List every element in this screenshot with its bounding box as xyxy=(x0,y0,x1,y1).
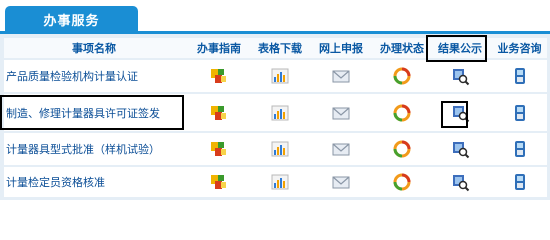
chart-icon xyxy=(271,68,289,84)
chart-icon xyxy=(271,174,289,190)
col-header-download: 表格下载 xyxy=(258,42,302,55)
result-icon xyxy=(453,175,470,192)
result-button[interactable] xyxy=(430,60,490,92)
status-icon xyxy=(393,140,411,158)
item-name-link[interactable]: 制造、修理计量器具许可证签发 xyxy=(4,94,186,131)
apply-button[interactable] xyxy=(311,167,371,197)
item-name-link[interactable]: 产品质量检验机构计量认证 xyxy=(4,60,186,92)
result-button[interactable] xyxy=(430,94,490,131)
status-button[interactable] xyxy=(372,60,432,92)
guide-icon xyxy=(211,142,226,156)
table-row: 产品质量检验机构计量认证 xyxy=(4,60,547,92)
col-header-consult: 业务咨询 xyxy=(497,42,542,55)
status-icon xyxy=(393,67,411,85)
guide-button[interactable] xyxy=(189,167,249,197)
table-row: 计量检定员资格核准 xyxy=(4,167,547,197)
download-button[interactable] xyxy=(250,167,310,197)
col-header-apply: 网上申报 xyxy=(319,42,363,55)
col-header-guide: 办事指南 xyxy=(197,42,241,55)
phone-icon xyxy=(514,104,525,121)
chart-icon xyxy=(271,141,289,157)
phone-icon xyxy=(514,141,525,157)
status-button[interactable] xyxy=(372,94,432,131)
result-icon xyxy=(453,142,470,159)
envelope-icon xyxy=(332,143,350,156)
guide-button[interactable] xyxy=(189,133,249,165)
apply-button[interactable] xyxy=(311,60,371,92)
consult-button[interactable] xyxy=(492,60,547,92)
col-header-name: 事项名称 xyxy=(72,42,116,55)
status-icon xyxy=(393,173,411,191)
result-icon xyxy=(453,69,470,86)
table-header-row: 事项名称 办事指南 表格下载 网上申报 办理状态 结果公示 业务咨询 xyxy=(4,38,547,58)
status-button[interactable] xyxy=(372,167,432,197)
apply-button[interactable] xyxy=(311,94,371,131)
item-name-link[interactable]: 计量检定员资格核准 xyxy=(4,167,186,197)
envelope-icon xyxy=(332,107,350,119)
service-table: 事项名称 办事指南 表格下载 网上申报 办理状态 结果公示 业务咨询 产品质量检… xyxy=(0,34,550,200)
tab-service[interactable]: 办事服务 xyxy=(5,6,138,32)
chart-icon xyxy=(271,105,289,120)
download-button[interactable] xyxy=(250,94,310,131)
apply-button[interactable] xyxy=(311,133,371,165)
result-button[interactable] xyxy=(430,167,490,197)
guide-button[interactable] xyxy=(189,60,249,92)
guide-button[interactable] xyxy=(189,94,249,131)
col-header-result: 结果公示 xyxy=(438,42,482,55)
status-button[interactable] xyxy=(372,133,432,165)
col-header-status: 办理状态 xyxy=(380,42,424,55)
envelope-icon xyxy=(332,70,350,83)
item-name-link[interactable]: 计量器具型式批准（样机试验） xyxy=(4,133,186,165)
table-row: 计量器具型式批准（样机试验） xyxy=(4,133,547,165)
consult-button[interactable] xyxy=(492,133,547,165)
guide-icon xyxy=(211,69,226,83)
download-button[interactable] xyxy=(250,60,310,92)
result-button[interactable] xyxy=(430,133,490,165)
phone-icon xyxy=(514,174,525,190)
guide-icon xyxy=(211,105,226,120)
guide-icon xyxy=(211,175,226,189)
consult-button[interactable] xyxy=(492,94,547,131)
table-row: 制造、修理计量器具许可证签发 xyxy=(4,94,547,131)
result-icon xyxy=(453,105,470,122)
consult-button[interactable] xyxy=(492,167,547,197)
phone-icon xyxy=(514,68,525,84)
download-button[interactable] xyxy=(250,133,310,165)
status-icon xyxy=(393,104,411,121)
envelope-icon xyxy=(332,176,350,189)
